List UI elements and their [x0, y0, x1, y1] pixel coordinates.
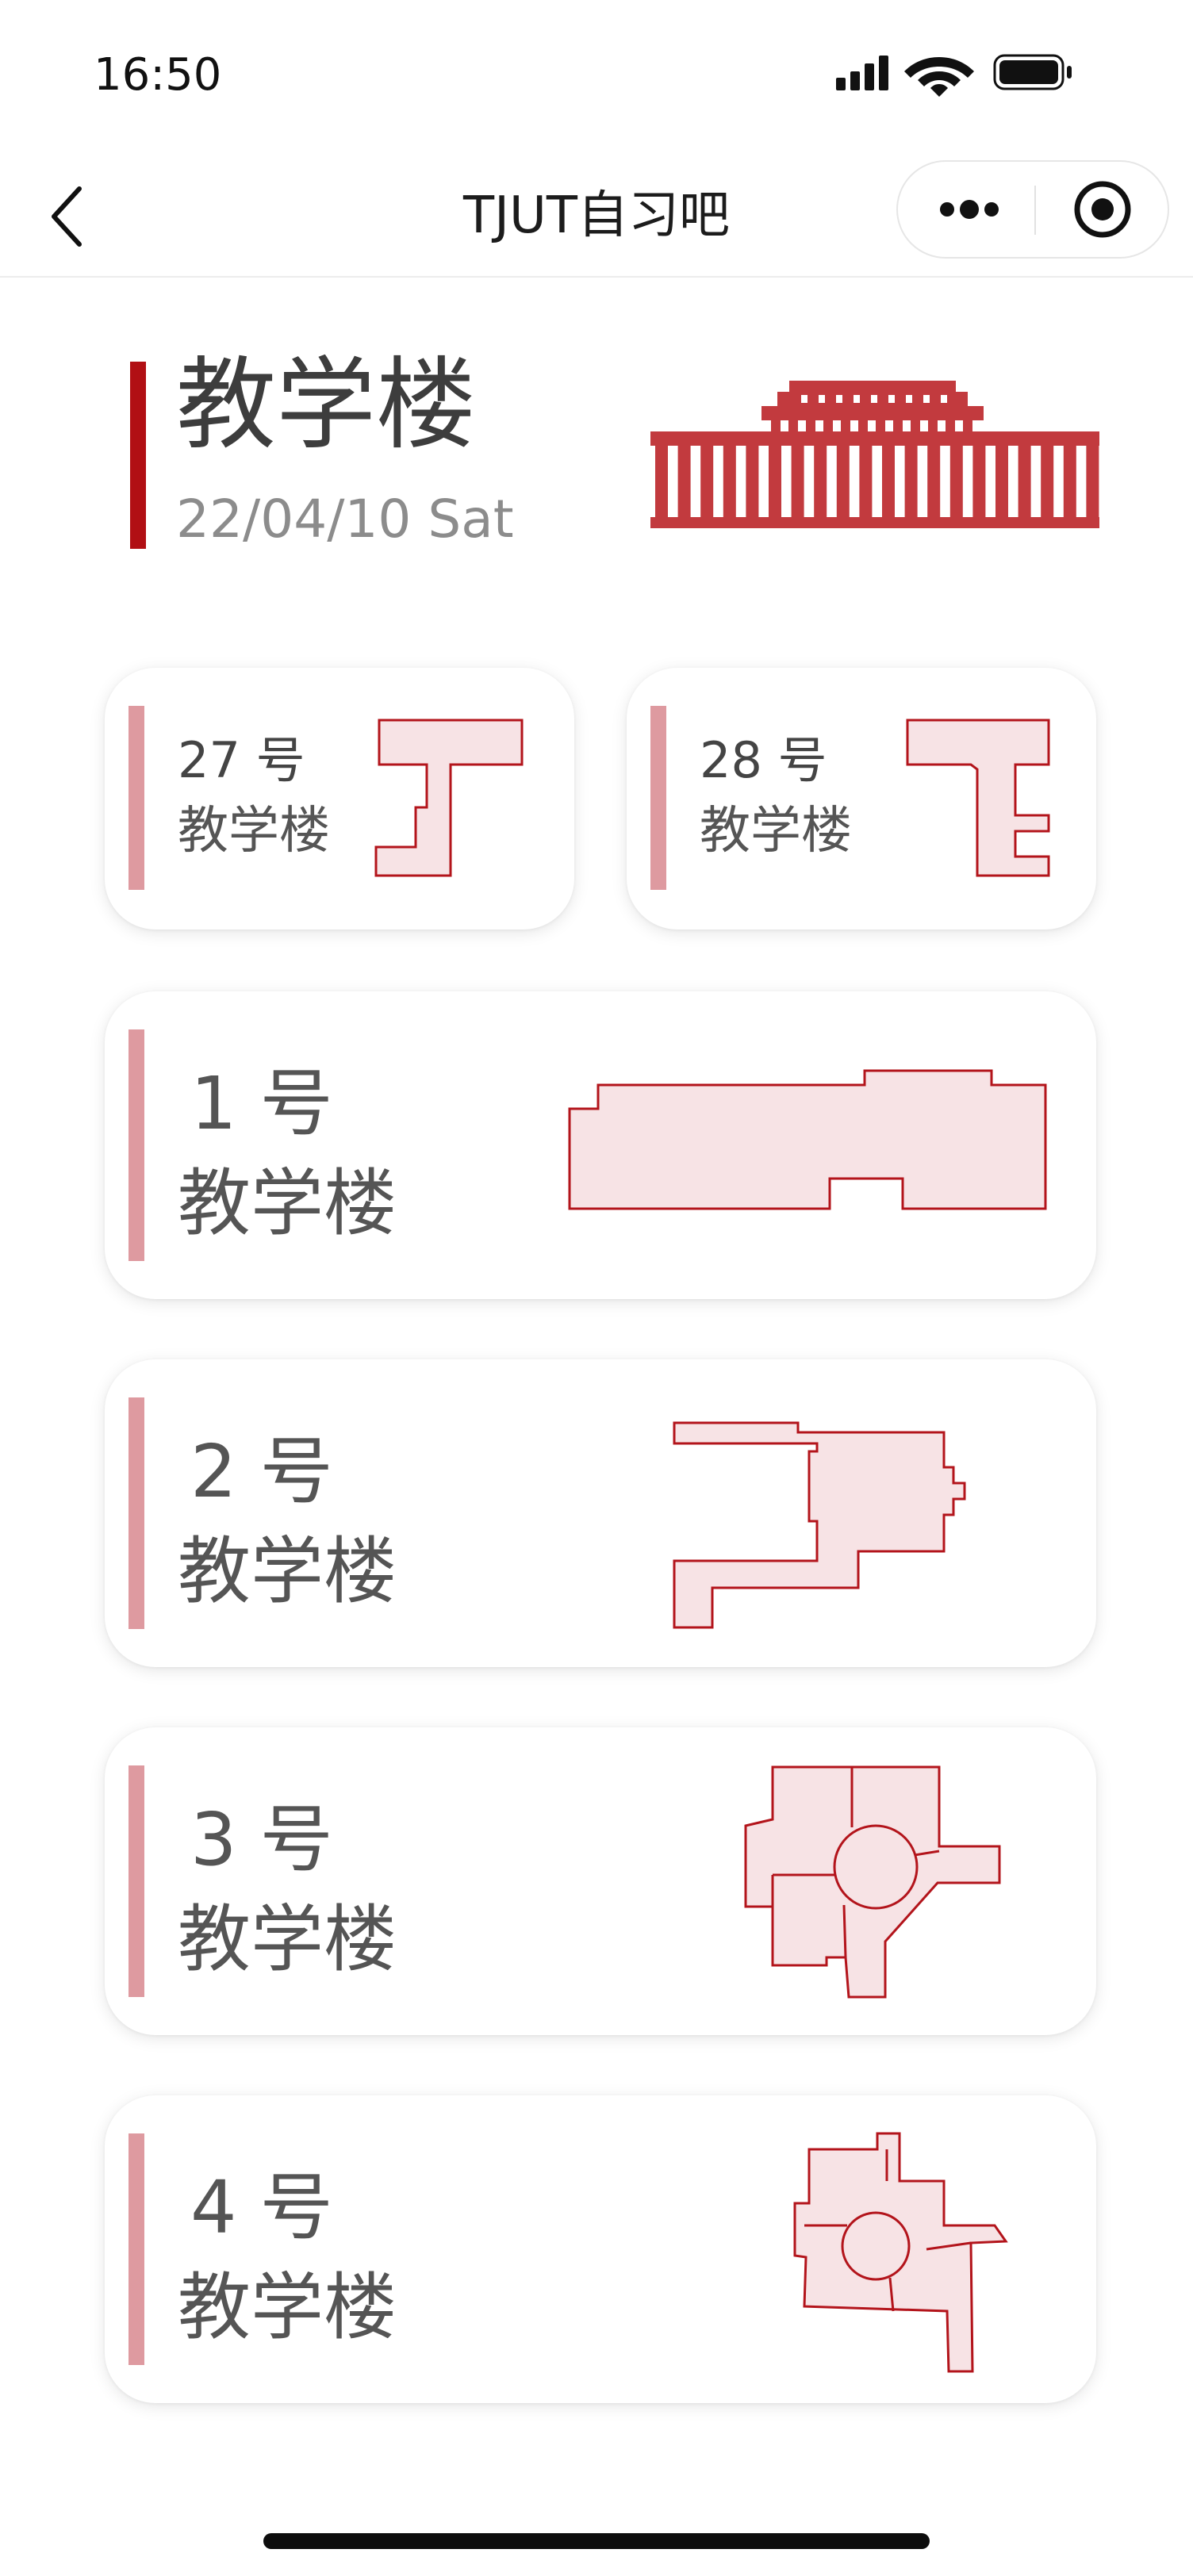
floor-plan-2-icon — [673, 1421, 966, 1629]
status-bar: 16:50 — [0, 0, 1193, 151]
floor-plan-27-icon — [374, 719, 524, 877]
building-label: 教学楼 — [178, 1897, 397, 1982]
building-number: 3 号 — [190, 1797, 333, 1882]
header-accent-bar — [130, 362, 146, 549]
close-button[interactable] — [1036, 162, 1169, 257]
more-button[interactable] — [898, 162, 1034, 257]
card-accent-bar — [129, 1029, 144, 1261]
building-facade-icon — [650, 381, 1099, 528]
building-number: 1 号 — [190, 1061, 333, 1146]
building-number: 2 号 — [190, 1429, 333, 1514]
nav-bar: TJUT自习吧 — [0, 151, 1193, 278]
building-card-3[interactable]: 3 号 教学楼 — [105, 1727, 1096, 2035]
floor-plan-1-icon — [568, 1069, 1047, 1210]
card-accent-bar — [129, 1397, 144, 1629]
building-card-2[interactable]: 2 号 教学楼 — [105, 1359, 1096, 1667]
status-icons — [836, 54, 1072, 97]
section-title: 教学楼 — [176, 347, 476, 463]
signal-icon — [836, 56, 888, 90]
battery-icon — [993, 54, 1072, 90]
building-card-1[interactable]: 1 号 教学楼 — [105, 991, 1096, 1299]
building-number: 28 号 — [700, 731, 827, 789]
target-close-icon — [1074, 181, 1131, 238]
building-label: 教学楼 — [700, 802, 852, 861]
building-label: 教学楼 — [178, 2265, 397, 2350]
building-card-27[interactable]: 27 号 教学楼 — [105, 668, 574, 930]
card-accent-bar — [129, 1765, 144, 1997]
building-number: 27 号 — [178, 731, 305, 789]
building-label: 教学楼 — [178, 802, 330, 861]
building-label: 教学楼 — [178, 1529, 397, 1614]
floor-plan-3-icon — [744, 1765, 1001, 1999]
menu-capsule — [896, 160, 1169, 259]
building-number: 4 号 — [190, 2165, 333, 2250]
floor-plan-4-icon — [793, 2132, 1008, 2373]
status-time: 16:50 — [94, 49, 222, 101]
building-card-28[interactable]: 28 号 教学楼 — [627, 668, 1096, 930]
building-label: 教学楼 — [178, 1161, 397, 1246]
card-accent-bar — [129, 2133, 144, 2365]
home-indicator[interactable] — [263, 2533, 930, 2549]
card-accent-bar — [650, 706, 666, 890]
floor-plan-28-icon — [906, 719, 1050, 877]
more-dots-icon — [940, 200, 999, 219]
building-card-4[interactable]: 4 号 教学楼 — [105, 2095, 1096, 2403]
card-accent-bar — [129, 706, 144, 890]
section-date: 22/04/10 Sat — [176, 489, 514, 550]
wifi-icon — [904, 57, 974, 97]
